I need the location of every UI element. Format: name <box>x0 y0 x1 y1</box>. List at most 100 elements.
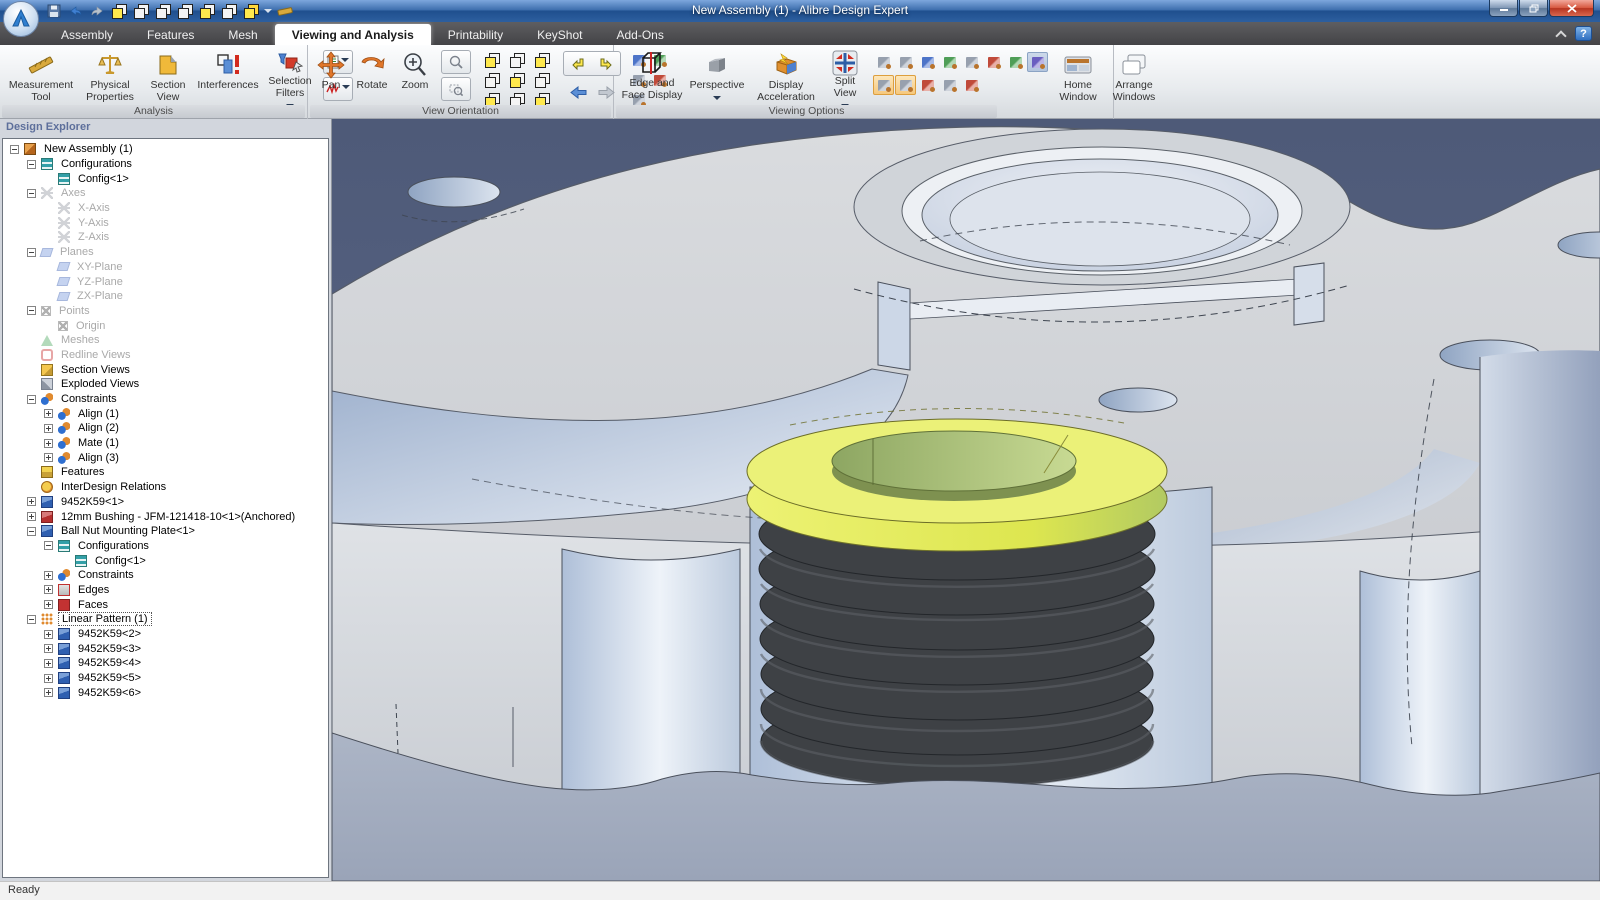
tree-item[interactable]: Configurations <box>3 157 328 172</box>
expander-icon[interactable] <box>27 512 36 521</box>
view-iso-front-right-button[interactable] <box>535 53 550 68</box>
measure-quick-button[interactable] <box>275 2 294 20</box>
section-view-button[interactable]: Section View <box>143 48 193 104</box>
view-back-button[interactable] <box>154 2 173 20</box>
hide-planes-toggle[interactable] <box>917 52 938 72</box>
expander-icon[interactable] <box>44 630 53 639</box>
tree-item-selected[interactable]: Linear Pattern (1) <box>3 612 328 627</box>
zoom-to-fit-button[interactable] <box>441 50 471 74</box>
show-mesh-toggle[interactable] <box>1005 52 1026 72</box>
expander-icon[interactable] <box>44 541 53 550</box>
view-front-view-button[interactable] <box>510 73 525 88</box>
display-acceleration-button[interactable]: Display Acceleration <box>749 48 823 104</box>
interferences-button[interactable]: Interferences <box>195 48 261 104</box>
shaded-display-toggle[interactable] <box>873 75 894 95</box>
tree-item[interactable]: Edges <box>3 583 328 598</box>
home-window-button[interactable]: Home Window <box>1052 48 1104 104</box>
view-back-view-button[interactable] <box>510 53 525 68</box>
rotate-view-ccw-icon[interactable] <box>570 57 586 71</box>
tree-item[interactable]: 12mm Bushing - JFM-121418-10<1>(Anchored… <box>3 509 328 524</box>
undo-button[interactable] <box>66 2 85 20</box>
collapse-ribbon-icon[interactable] <box>1555 30 1566 41</box>
close-button[interactable] <box>1549 0 1594 17</box>
expander-icon[interactable] <box>27 615 36 624</box>
split-view-button[interactable]: Split View <box>825 48 865 104</box>
wireframe-display-toggle[interactable] <box>917 75 938 95</box>
tree-item[interactable]: 9452K59<1> <box>3 495 328 510</box>
hide-dimensions-toggle[interactable] <box>961 52 982 72</box>
3d-viewport[interactable] <box>332 119 1600 881</box>
tree-item[interactable]: Align (1) <box>3 406 328 421</box>
tree-item[interactable]: 9452K59<4> <box>3 656 328 671</box>
minimize-button[interactable] <box>1489 0 1518 17</box>
arrange-windows-button[interactable]: Arrange Windows <box>1106 48 1162 104</box>
tree-item[interactable]: Constraints <box>3 392 328 407</box>
expander-icon[interactable] <box>44 453 53 462</box>
view-left-button[interactable] <box>176 2 195 20</box>
redo-button[interactable] <box>88 2 107 20</box>
expander-icon[interactable] <box>27 160 36 169</box>
tree-item[interactable]: Faces <box>3 597 328 612</box>
expander-icon[interactable] <box>44 585 53 594</box>
tree-item[interactable]: Mate (1) <box>3 436 328 451</box>
view-left-view-button[interactable] <box>485 73 500 88</box>
edge-and-face-display-button[interactable]: Edge and Face Display <box>619 48 685 104</box>
tree-item[interactable]: 9452K59<2> <box>3 627 328 642</box>
tree-item[interactable]: YZ-Plane <box>3 274 328 289</box>
tree-item[interactable]: 9452K59<6> <box>3 685 328 700</box>
zoom-window-button[interactable] <box>441 77 471 101</box>
silhouette-toggle[interactable] <box>961 75 982 95</box>
tree-item[interactable]: 9452K59<3> <box>3 641 328 656</box>
tree-item[interactable]: Y-Axis <box>3 215 328 230</box>
view-shaded-button[interactable] <box>242 2 261 20</box>
save-button[interactable] <box>44 2 63 20</box>
tree-item[interactable]: Align (3) <box>3 450 328 465</box>
tab-viewing-and-analysis[interactable]: Viewing and Analysis <box>275 24 431 45</box>
view-right-view-button[interactable] <box>535 73 550 88</box>
zoom-button[interactable]: Zoom <box>395 48 435 104</box>
restore-button[interactable] <box>1519 0 1548 17</box>
expander-icon[interactable] <box>44 644 53 653</box>
rotate-button[interactable]: Rotate <box>351 48 393 104</box>
tree-item[interactable]: XY-Plane <box>3 260 328 275</box>
tree-item[interactable]: Features <box>3 465 328 480</box>
expander-icon[interactable] <box>44 409 53 418</box>
rotate-view-cw-icon[interactable] <box>598 57 614 71</box>
perspective-button[interactable]: Perspective <box>687 48 747 104</box>
tree-item[interactable]: InterDesign Relations <box>3 480 328 495</box>
shaded-edges-toggle[interactable] <box>895 75 916 95</box>
expander-icon[interactable] <box>27 306 36 315</box>
expander-icon[interactable] <box>27 527 36 536</box>
view-iso-front-left-button[interactable] <box>485 53 500 68</box>
physical-properties-button[interactable]: Physical Properties <box>79 48 141 104</box>
expander-icon[interactable] <box>44 659 53 668</box>
view-right-button[interactable] <box>198 2 217 20</box>
show-constraints-toggle[interactable] <box>983 52 1004 72</box>
tree-item[interactable]: Planes <box>3 245 328 260</box>
tree-item[interactable]: 9452K59<5> <box>3 671 328 686</box>
expander-icon[interactable] <box>27 189 36 198</box>
expander-icon[interactable] <box>27 395 36 404</box>
tab-features[interactable]: Features <box>130 24 211 45</box>
tree-item[interactable]: Meshes <box>3 333 328 348</box>
help-icon[interactable]: ? <box>1575 26 1592 41</box>
tree-item[interactable]: ZX-Plane <box>3 289 328 304</box>
expander-icon[interactable] <box>27 248 36 257</box>
alibre-logo-icon[interactable] <box>3 1 39 37</box>
tree-item[interactable]: Section Views <box>3 362 328 377</box>
previous-view-icon[interactable] <box>570 86 587 99</box>
tree-item[interactable]: Align (2) <box>3 421 328 436</box>
tree-item[interactable]: Exploded Views <box>3 377 328 392</box>
tree-item[interactable]: New Assembly (1) <box>3 142 328 157</box>
tree-item[interactable]: Axes <box>3 186 328 201</box>
expander-icon[interactable] <box>44 439 53 448</box>
tree-item[interactable]: X-Axis <box>3 201 328 216</box>
tab-printability[interactable]: Printability <box>431 24 520 45</box>
tree-item[interactable]: Config<1> <box>3 553 328 568</box>
hide-points-toggle[interactable] <box>939 52 960 72</box>
expander-icon[interactable] <box>44 688 53 697</box>
expander-icon[interactable] <box>44 424 53 433</box>
pan-button[interactable]: Pan <box>313 48 349 104</box>
show-annotations-toggle[interactable] <box>1027 52 1048 72</box>
tree-item[interactable]: Config<1> <box>3 171 328 186</box>
